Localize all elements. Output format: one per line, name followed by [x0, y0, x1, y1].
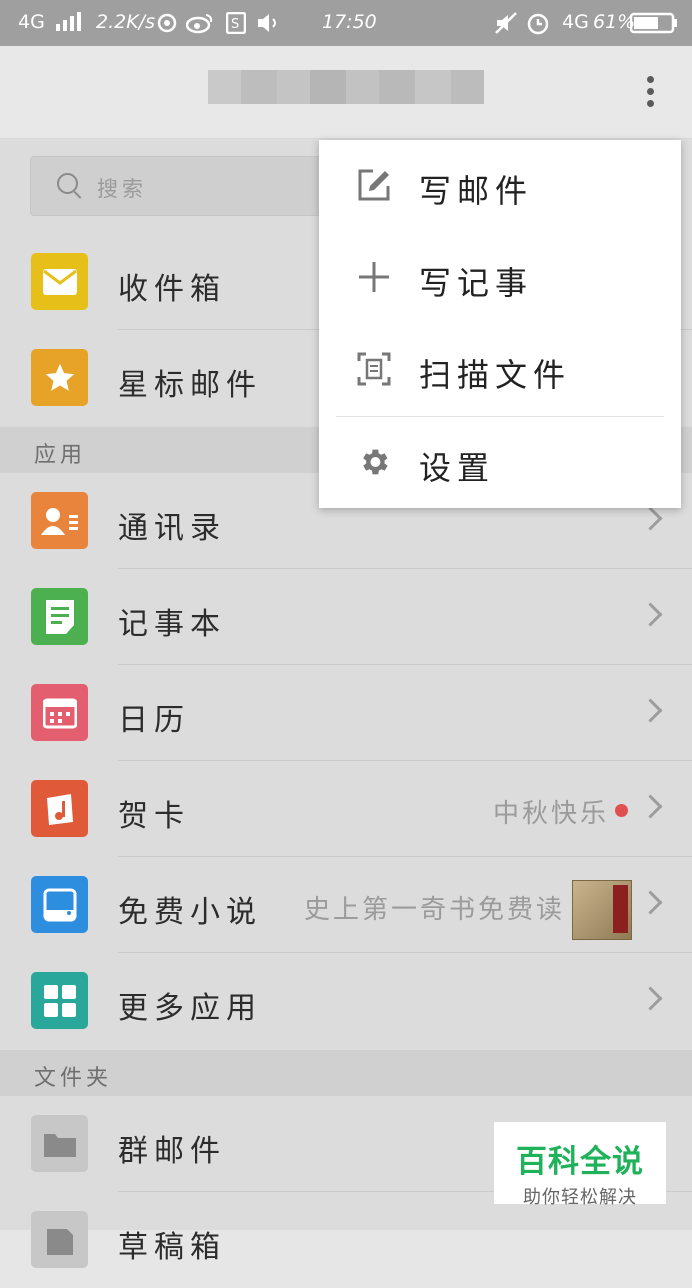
chevron-right-icon [638, 986, 663, 1011]
inbox-envelope-icon [31, 253, 88, 310]
novel-icon [31, 876, 88, 933]
watermark-subtitle: 助你轻松解决 [523, 1187, 637, 1208]
calendar-icon [31, 684, 88, 741]
silent-icon [494, 12, 518, 39]
account-title-blurred [208, 70, 484, 104]
gear-icon [357, 445, 391, 479]
search-box[interactable]: 搜索 [30, 156, 362, 216]
alarm-icon [526, 11, 550, 40]
menu-item-settings[interactable]: 设置 [319, 417, 681, 509]
search-icon [57, 173, 78, 194]
list-item-label: 草稿箱 [118, 1230, 226, 1265]
drafts-icon [31, 1211, 88, 1268]
chevron-right-icon [638, 698, 663, 723]
menu-item-label: 写记事 [419, 264, 534, 302]
unread-dot [615, 804, 628, 817]
list-item-label: 记事本 [118, 607, 226, 642]
weibo-icon [185, 12, 214, 39]
chevron-right-icon [638, 890, 663, 915]
menu-item-label: 设置 [419, 449, 496, 487]
list-item-label: 星标邮件 [118, 368, 262, 403]
book-cover-thumbnail [572, 880, 632, 940]
list-item-label: 贺卡 [118, 799, 190, 834]
search-placeholder: 搜索 [97, 177, 147, 201]
network-speed: 2.2K/s [96, 11, 155, 33]
volume-icon [256, 12, 282, 39]
clock: 17:50 [322, 11, 377, 33]
battery-percent: 61% [593, 11, 636, 33]
list-item-label: 免费小说 [118, 895, 262, 930]
greeting-card-icon [31, 780, 88, 837]
chevron-right-icon [638, 794, 663, 819]
s-app-icon: S [225, 11, 247, 39]
contacts-icon [31, 492, 88, 549]
greeting-card-promo: 中秋快乐 [493, 799, 610, 829]
list-item-more-apps[interactable]: 更多应用 [0, 953, 692, 1049]
list-item-greeting-card[interactable]: 贺卡 中秋快乐 [0, 761, 692, 857]
list-item-label: 日历 [118, 703, 190, 738]
network-type-right: 4G [562, 11, 589, 33]
menu-item-write-note[interactable]: 写记事 [319, 232, 681, 324]
svg-text:S: S [231, 17, 239, 32]
list-item-label: 更多应用 [118, 991, 262, 1026]
chevron-right-icon [638, 602, 663, 627]
chevron-right-icon [638, 506, 663, 531]
header [0, 46, 692, 139]
watermark-logo: 百科全说 助你轻松解决 [494, 1122, 666, 1208]
notebook-icon [31, 588, 88, 645]
section-header-folders: 文件夹 [0, 1050, 692, 1096]
battery-icon [629, 12, 678, 39]
menu-item-compose-mail[interactable]: 写邮件 [319, 140, 681, 232]
folder-icon [31, 1115, 88, 1172]
status-bar: 4G 2.2K/s S 17:50 4G 61% [0, 0, 692, 46]
more-apps-icon [31, 972, 88, 1029]
list-item-calendar[interactable]: 日历 [0, 665, 692, 761]
list-item-label: 群邮件 [118, 1134, 226, 1169]
network-type: 4G [18, 11, 45, 33]
list-item-notebook[interactable]: 记事本 [0, 569, 692, 665]
scan-icon [357, 352, 391, 386]
list-item-free-novels[interactable]: 免费小说 史上第一奇书免费读 [0, 857, 692, 953]
menu-item-label: 扫描文件 [419, 356, 572, 394]
app-notification-icon [156, 12, 178, 39]
more-options-icon[interactable] [638, 74, 662, 112]
menu-item-label: 写邮件 [419, 172, 534, 210]
plus-icon [357, 260, 391, 294]
list-item-label: 通讯录 [118, 511, 226, 546]
section-title: 文件夹 [34, 1066, 113, 1091]
watermark-title: 百科全说 [516, 1144, 644, 1180]
section-title: 应用 [34, 443, 87, 468]
compose-icon [357, 168, 391, 202]
novel-promo: 史上第一奇书免费读 [304, 895, 566, 925]
overflow-menu: 写邮件 写记事 扫描文件 设置 [319, 140, 681, 508]
star-icon [31, 349, 88, 406]
menu-item-scan-file[interactable]: 扫描文件 [319, 324, 681, 416]
signal-icon [55, 12, 87, 37]
list-item-label: 收件箱 [118, 272, 226, 307]
